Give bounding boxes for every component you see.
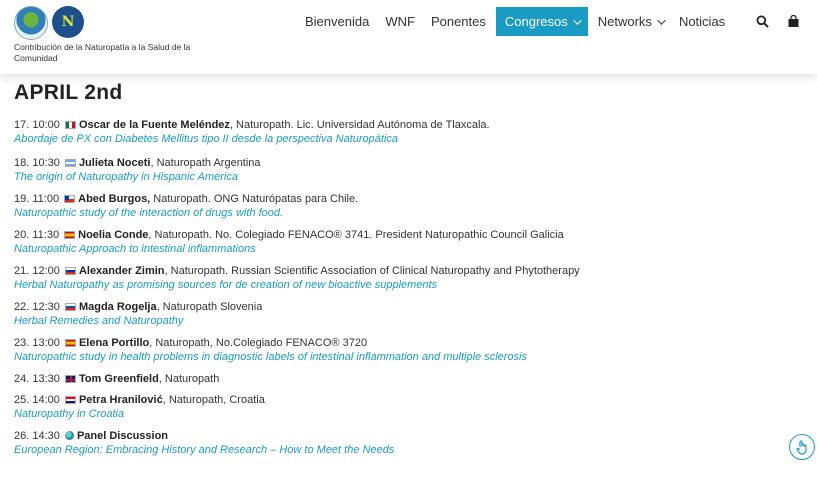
speaker-affiliation: , Naturopath: [158, 373, 220, 385]
talk-title-link[interactable]: Naturopathy in Croatia: [14, 407, 804, 422]
flag-es-icon: [64, 338, 76, 347]
search-icon: [756, 15, 769, 28]
schedule-entry: 20. 11:30 Noelia Conde, Naturopath. No. …: [14, 228, 804, 257]
schedule-entry: 23. 13:00 Elena Portillo, Naturopath, No…: [14, 336, 804, 365]
logo-letter: N: [61, 14, 75, 30]
talk-title-link[interactable]: Herbal Naturopathy as promising sources …: [14, 278, 804, 293]
globe-icon: [64, 430, 74, 440]
schedule-entry: 18. 10:30 Julieta Noceti, Naturopath Arg…: [14, 156, 804, 185]
chevron-down-icon: [572, 15, 582, 25]
nav-label: WNF: [385, 14, 415, 29]
speaker-affiliation: , Naturopath Slovenia: [156, 301, 263, 313]
flag-si-icon: [64, 302, 76, 311]
logo-group[interactable]: N: [14, 6, 84, 40]
schedule-entry: 21. 12:00 Alexander Zimin, Naturopath. R…: [14, 264, 804, 293]
session-time: 24. 13:30: [14, 373, 60, 385]
nav-label: Networks: [597, 14, 652, 29]
schedule-entry: 26. 14:30 Panel Discussion European Regio…: [14, 429, 804, 458]
speaker-line: 23. 13:00 Elena Portillo, Naturopath, No…: [14, 336, 804, 350]
talk-title-link[interactable]: The origin of Naturopathy in Hispanic Am…: [14, 170, 804, 185]
speaker-line: 19. 11:00 Abed Burgos, Naturopath. ONG N…: [14, 192, 804, 206]
speaker-name: Abed Burgos,: [78, 193, 151, 205]
site-tagline: Contribución de la Naturopatía a la Salu…: [14, 42, 191, 63]
session-time: 25. 14:00: [14, 394, 60, 406]
search-button[interactable]: [751, 11, 773, 33]
hand-pointer-icon: [796, 439, 807, 455]
speaker-affiliation: , Naturopath Argentina: [150, 157, 261, 169]
session-time: 26. 14:30: [14, 430, 60, 442]
schedule-list: 17. 10:00 Oscar de la Fuente Meléndez, N…: [14, 118, 804, 458]
page-title: APRIL 2nd: [14, 81, 123, 104]
speaker-line: 24. 13:30 Tom Greenfield, Naturopath: [14, 372, 804, 386]
nav-item-ponentes[interactable]: Ponentes: [423, 7, 494, 36]
session-time: 21. 12:00: [14, 265, 60, 277]
flag-ru-icon: [64, 266, 76, 275]
flag-hr-icon: [64, 395, 76, 404]
speaker-line: 21. 12:00 Alexander Zimin, Naturopath. R…: [14, 264, 804, 278]
schedule-entry: 22. 12:30 Magda Rogelja, Naturopath Slov…: [14, 300, 804, 329]
flag-es-icon: [64, 230, 76, 239]
flag-mx-icon: [64, 120, 76, 129]
nav-label: Ponentes: [430, 14, 486, 29]
speaker-name: Alexander Zimin: [78, 265, 165, 277]
session-time: 20. 11:30: [14, 229, 60, 241]
session-time: 23. 13:00: [14, 337, 60, 349]
speaker-line: 17. 10:00 Oscar de la Fuente Meléndez, N…: [14, 118, 804, 132]
speaker-line: 22. 12:30 Magda Rogelja, Naturopath Slov…: [14, 300, 804, 314]
speaker-line: 18. 10:30 Julieta Noceti, Naturopath Arg…: [14, 156, 804, 170]
nav-item-noticias[interactable]: Noticias: [671, 7, 733, 36]
flag-ar-icon: [64, 158, 76, 167]
nav-label: Noticias: [678, 14, 726, 29]
talk-title-link[interactable]: Naturopathic Approach to intestinal infl…: [14, 242, 804, 257]
speaker-affiliation: , Naturopath. Lic. Universidad Autónoma …: [229, 119, 490, 131]
cart-button[interactable]: [782, 11, 804, 33]
speaker-line: 26. 14:30 Panel Discussion: [14, 429, 804, 443]
nav-label: Bienvenida: [305, 14, 370, 29]
speaker-name: Julieta Noceti: [78, 157, 151, 169]
session-time: 17. 10:00: [14, 119, 60, 131]
speaker-name: Noelia Conde: [78, 229, 149, 241]
speaker-affiliation: , Naturopath. No. Colegiado FENACO® 3741…: [148, 229, 564, 241]
shopping-bag-icon: [788, 15, 799, 27]
n-logo[interactable]: N: [52, 6, 84, 38]
accessibility-button[interactable]: [789, 434, 815, 460]
talk-title-link[interactable]: Naturopathic study in health problems in…: [14, 350, 804, 365]
speaker-affiliation: , Naturopath, Croatia: [162, 394, 265, 406]
talk-title-link[interactable]: Herbal Remedies and Naturopathy: [14, 314, 804, 329]
main-content: APRIL 2nd 17. 10:00 Oscar de la Fuente M…: [14, 74, 804, 465]
flag-gb-icon: [64, 374, 76, 383]
talk-title-link[interactable]: Naturopathic study of the interaction of…: [14, 206, 804, 221]
speaker-affiliation: , Naturopath, No.Colegiado FENACO® 3720: [149, 337, 368, 349]
flag-cl-icon: [64, 194, 76, 203]
nav-item-bienvenida[interactable]: Bienvenida: [297, 7, 377, 36]
schedule-entry: 24. 13:30 Tom Greenfield, Naturopath: [14, 372, 804, 386]
speaker-affiliation: , Naturopath. Russian Scientific Associa…: [164, 265, 580, 277]
nav-item-networks[interactable]: Networks: [590, 7, 671, 36]
speaker-affiliation: Naturopath. ONG Naturópatas para Chile.: [150, 193, 359, 205]
talk-title-link[interactable]: European Region: Embracing History and R…: [14, 443, 804, 458]
nav-item-wnf[interactable]: WNF: [377, 7, 423, 36]
session-time: 19. 11:00: [14, 193, 60, 205]
schedule-entry: 17. 10:00 Oscar de la Fuente Meléndez, N…: [14, 118, 804, 147]
speaker-name: Elena Portillo: [78, 337, 150, 349]
chevron-down-icon: [657, 15, 666, 25]
schedule-entry: 19. 11:00 Abed Burgos, Naturopath. ONG N…: [14, 192, 804, 221]
speaker-name: Oscar de la Fuente Meléndez: [78, 119, 230, 131]
nav-item-congresos[interactable]: Congresos: [495, 7, 588, 36]
speaker-name: Magda Rogelja: [78, 301, 157, 313]
main-nav: Bienvenida WNF Ponentes Congresos Networ…: [297, 7, 804, 36]
session-time: 18. 10:30: [14, 157, 60, 169]
site-header: N Contribución de la Naturopatía a la Sa…: [0, 0, 818, 74]
speaker-name: Panel Discussion: [76, 430, 169, 442]
speaker-name: Petra Hranilović: [78, 394, 163, 406]
nav-label: Congresos: [504, 14, 568, 29]
speaker-line: 25. 14:00 Petra Hranilović, Naturopath, …: [14, 393, 804, 407]
speaker-line: 20. 11:30 Noelia Conde, Naturopath. No. …: [14, 228, 804, 242]
talk-title-link[interactable]: Abordaje de PX con Diabetes Mellitus tip…: [14, 132, 804, 147]
speaker-name: Tom Greenfield: [78, 373, 159, 385]
schedule-entry: 25. 14:00 Petra Hranilović, Naturopath, …: [14, 393, 804, 422]
session-time: 22. 12:30: [14, 301, 60, 313]
world-naturopathic-logo[interactable]: [14, 6, 48, 40]
